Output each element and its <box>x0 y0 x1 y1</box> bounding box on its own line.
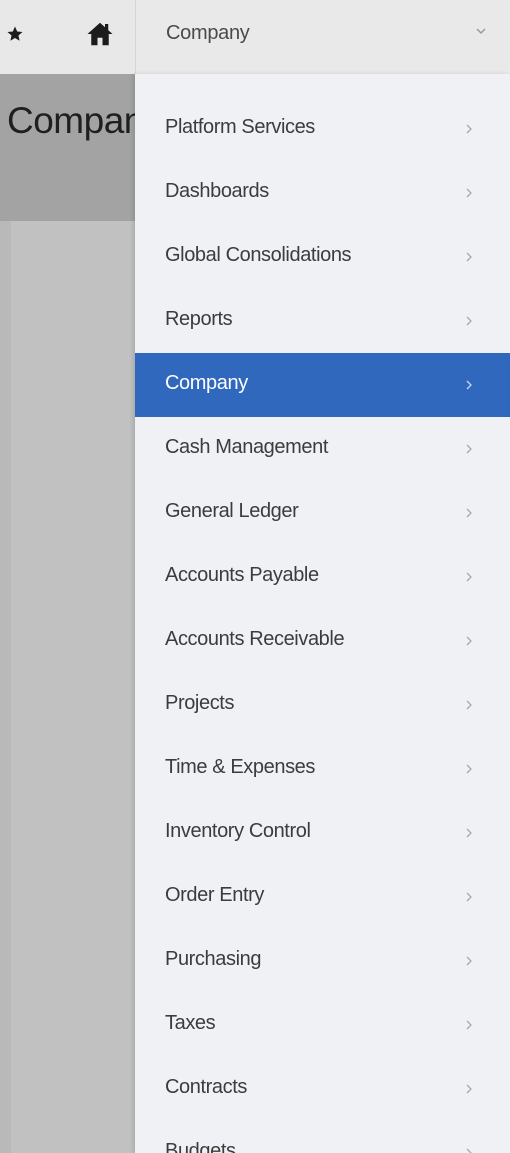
menu-item-label: Taxes <box>165 1012 216 1034</box>
menu-item-inventory-control[interactable]: Inventory Control <box>135 801 510 865</box>
chevron-right-icon <box>466 124 472 134</box>
menu-item-label: Budgets <box>165 1140 236 1153</box>
menu-item-label: Cash Management <box>165 436 328 458</box>
page-content <box>0 221 135 1153</box>
menu-item-label: Dashboards <box>165 180 269 202</box>
chevron-right-icon <box>466 252 472 262</box>
menu-item-projects[interactable]: Projects <box>135 673 510 737</box>
chevron-right-icon <box>466 956 472 966</box>
chevron-right-icon <box>466 892 472 902</box>
chevron-right-icon <box>466 508 472 518</box>
home-button[interactable] <box>80 12 120 56</box>
menu-item-label: Projects <box>165 692 235 714</box>
module-dropdown-menu: Platform Services Dashboards Global Cons… <box>135 74 510 1153</box>
menu-item-dashboards[interactable]: Dashboards <box>135 161 510 225</box>
chevron-right-icon <box>466 316 472 326</box>
chevron-right-icon <box>466 700 472 710</box>
menu-item-contracts[interactable]: Contracts <box>135 1057 510 1121</box>
chevron-right-icon <box>466 764 472 774</box>
module-select-value: Company <box>166 22 250 44</box>
menu-item-company[interactable]: Company <box>135 353 510 417</box>
home-icon <box>87 22 113 46</box>
menu-item-label: Platform Services <box>165 116 315 138</box>
chevron-down-icon <box>476 28 486 35</box>
top-navigation-bar: Company <box>0 0 510 74</box>
menu-item-general-ledger[interactable]: General Ledger <box>135 481 510 545</box>
chevron-right-icon <box>466 828 472 838</box>
menu-item-label: Company <box>165 372 248 394</box>
star-icon <box>7 26 23 41</box>
menu-item-label: Order Entry <box>165 884 264 906</box>
chevron-right-icon <box>466 1084 472 1094</box>
menu-item-label: Accounts Receivable <box>165 628 345 650</box>
chevron-right-icon <box>466 380 472 390</box>
menu-item-accounts-receivable[interactable]: Accounts Receivable <box>135 609 510 673</box>
menu-item-global-consolidations[interactable]: Global Consolidations <box>135 225 510 289</box>
chevron-right-icon <box>466 1148 472 1153</box>
menu-item-cash-management[interactable]: Cash Management <box>135 417 510 481</box>
favorites-button[interactable] <box>2 14 28 54</box>
menu-item-accounts-payable[interactable]: Accounts Payable <box>135 545 510 609</box>
menu-item-label: General Ledger <box>165 500 299 522</box>
menu-item-budgets[interactable]: Budgets <box>135 1121 510 1153</box>
chevron-right-icon <box>466 444 472 454</box>
menu-item-label: Inventory Control <box>165 820 311 842</box>
chevron-right-icon <box>466 636 472 646</box>
page-header: Company <box>0 74 162 221</box>
menu-item-order-entry[interactable]: Order Entry <box>135 865 510 929</box>
menu-item-taxes[interactable]: Taxes <box>135 993 510 1057</box>
chevron-right-icon <box>466 1020 472 1030</box>
chevron-right-icon <box>466 188 472 198</box>
menu-item-label: Purchasing <box>165 948 262 970</box>
menu-item-time-expenses[interactable]: Time & Expenses <box>135 737 510 801</box>
menu-item-label: Global Consolidations <box>165 244 352 266</box>
menu-item-purchasing[interactable]: Purchasing <box>135 929 510 993</box>
page-gutter <box>0 221 11 1153</box>
menu-item-label: Time & Expenses <box>165 756 315 778</box>
menu-item-platform-services[interactable]: Platform Services <box>135 97 510 161</box>
menu-item-reports[interactable]: Reports <box>135 289 510 353</box>
menu-item-label: Accounts Payable <box>165 564 319 586</box>
module-select[interactable]: Company <box>135 0 510 74</box>
chevron-right-icon <box>466 572 472 582</box>
menu-item-label: Reports <box>165 308 233 330</box>
app-screen: Company Company Platform Services Dashbo… <box>0 0 510 1153</box>
menu-item-label: Contracts <box>165 1076 247 1098</box>
